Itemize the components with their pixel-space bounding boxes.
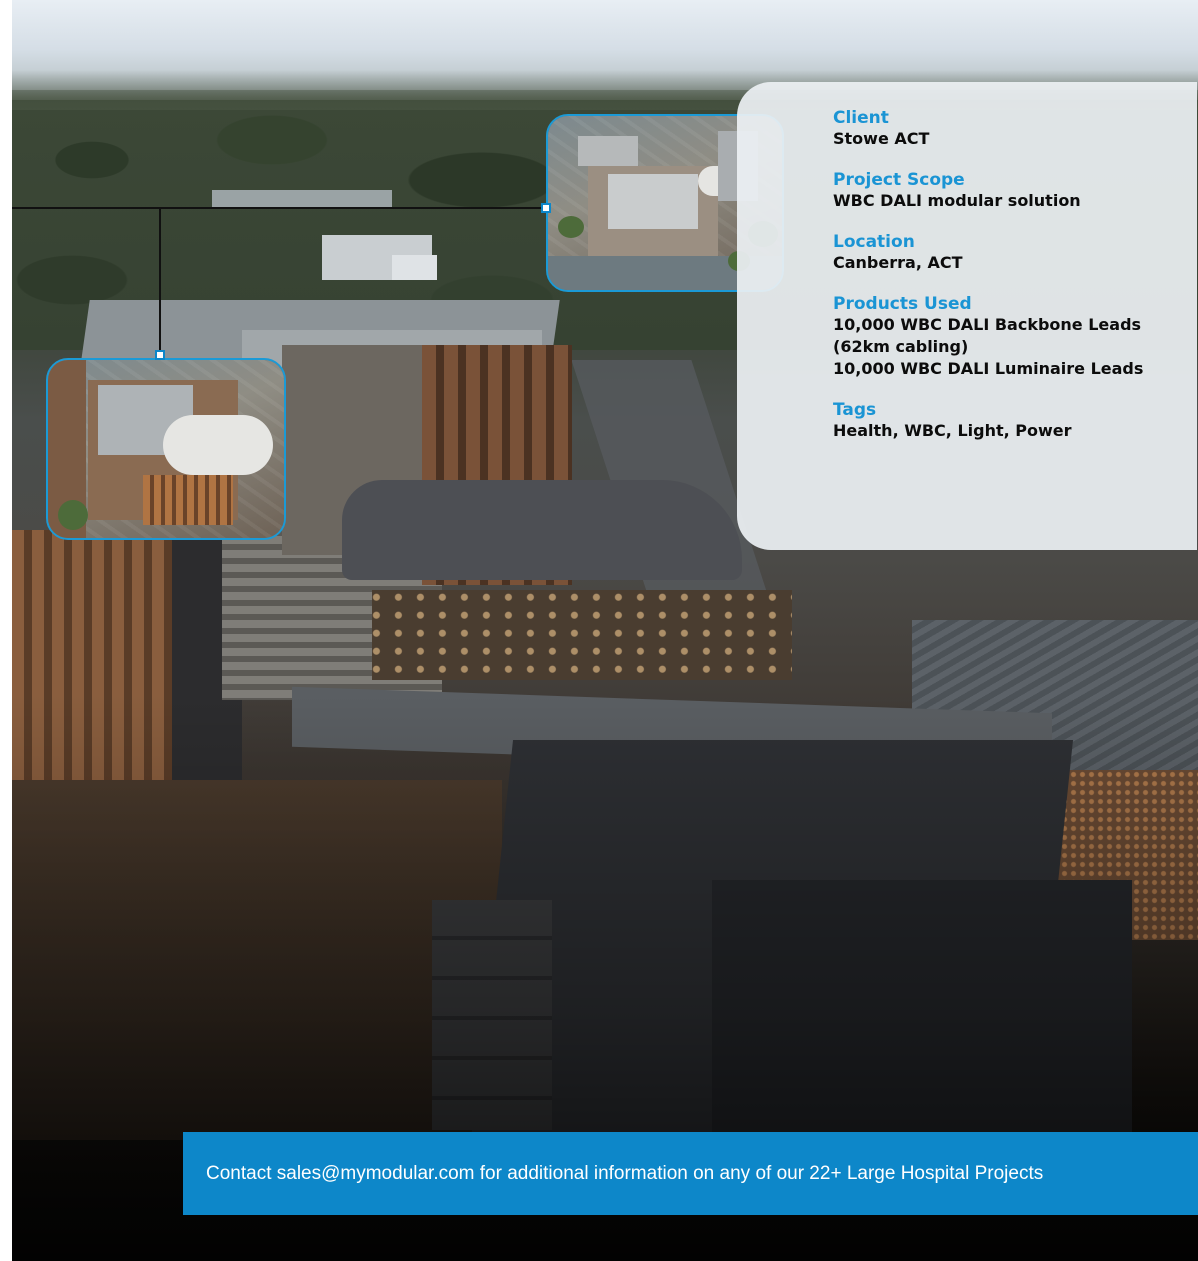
connector-line bbox=[12, 207, 547, 209]
connector-node bbox=[541, 203, 551, 213]
project-scope-field: Project Scope WBC DALI modular solution bbox=[833, 170, 1177, 212]
field-value: Canberra, ACT bbox=[833, 253, 963, 272]
closeup-inset-photo bbox=[46, 358, 286, 540]
inset-roof bbox=[608, 174, 698, 229]
field-label: Client bbox=[833, 108, 889, 128]
inset-tree bbox=[558, 216, 584, 238]
field-value-line: (62km cabling) bbox=[833, 337, 969, 356]
field-value-line: 10,000 WBC DALI Luminaire Leads bbox=[833, 359, 1144, 378]
field-value: Health, WBC, Light, Power bbox=[833, 421, 1072, 440]
project-info-panel: Client Stowe ACT Project Scope WBC DALI … bbox=[737, 82, 1197, 550]
connector-line bbox=[159, 207, 161, 354]
contact-banner: Contact sales@mymodular.com for addition… bbox=[183, 1132, 1198, 1215]
field-label: Tags bbox=[833, 400, 877, 420]
tags-field: Tags Health, WBC, Light, Power bbox=[833, 400, 1177, 442]
field-label: Project Scope bbox=[833, 170, 965, 190]
client-field: Client Stowe ACT bbox=[833, 108, 1177, 150]
products-used-field: Products Used 10,000 WBC DALI Backbone L… bbox=[833, 294, 1177, 380]
inset-facade bbox=[143, 475, 233, 525]
field-value-line: 10,000 WBC DALI Backbone Leads bbox=[833, 315, 1142, 334]
field-label: Location bbox=[833, 232, 915, 252]
location-field: Location Canberra, ACT bbox=[833, 232, 1177, 274]
field-value: WBC DALI modular solution bbox=[833, 191, 1081, 210]
connector-node bbox=[155, 350, 165, 360]
field-value: Stowe ACT bbox=[833, 129, 930, 148]
inset-helipad bbox=[163, 415, 273, 475]
inset-tree bbox=[58, 500, 88, 530]
inset-building bbox=[578, 136, 638, 166]
field-label: Products Used bbox=[833, 294, 972, 314]
